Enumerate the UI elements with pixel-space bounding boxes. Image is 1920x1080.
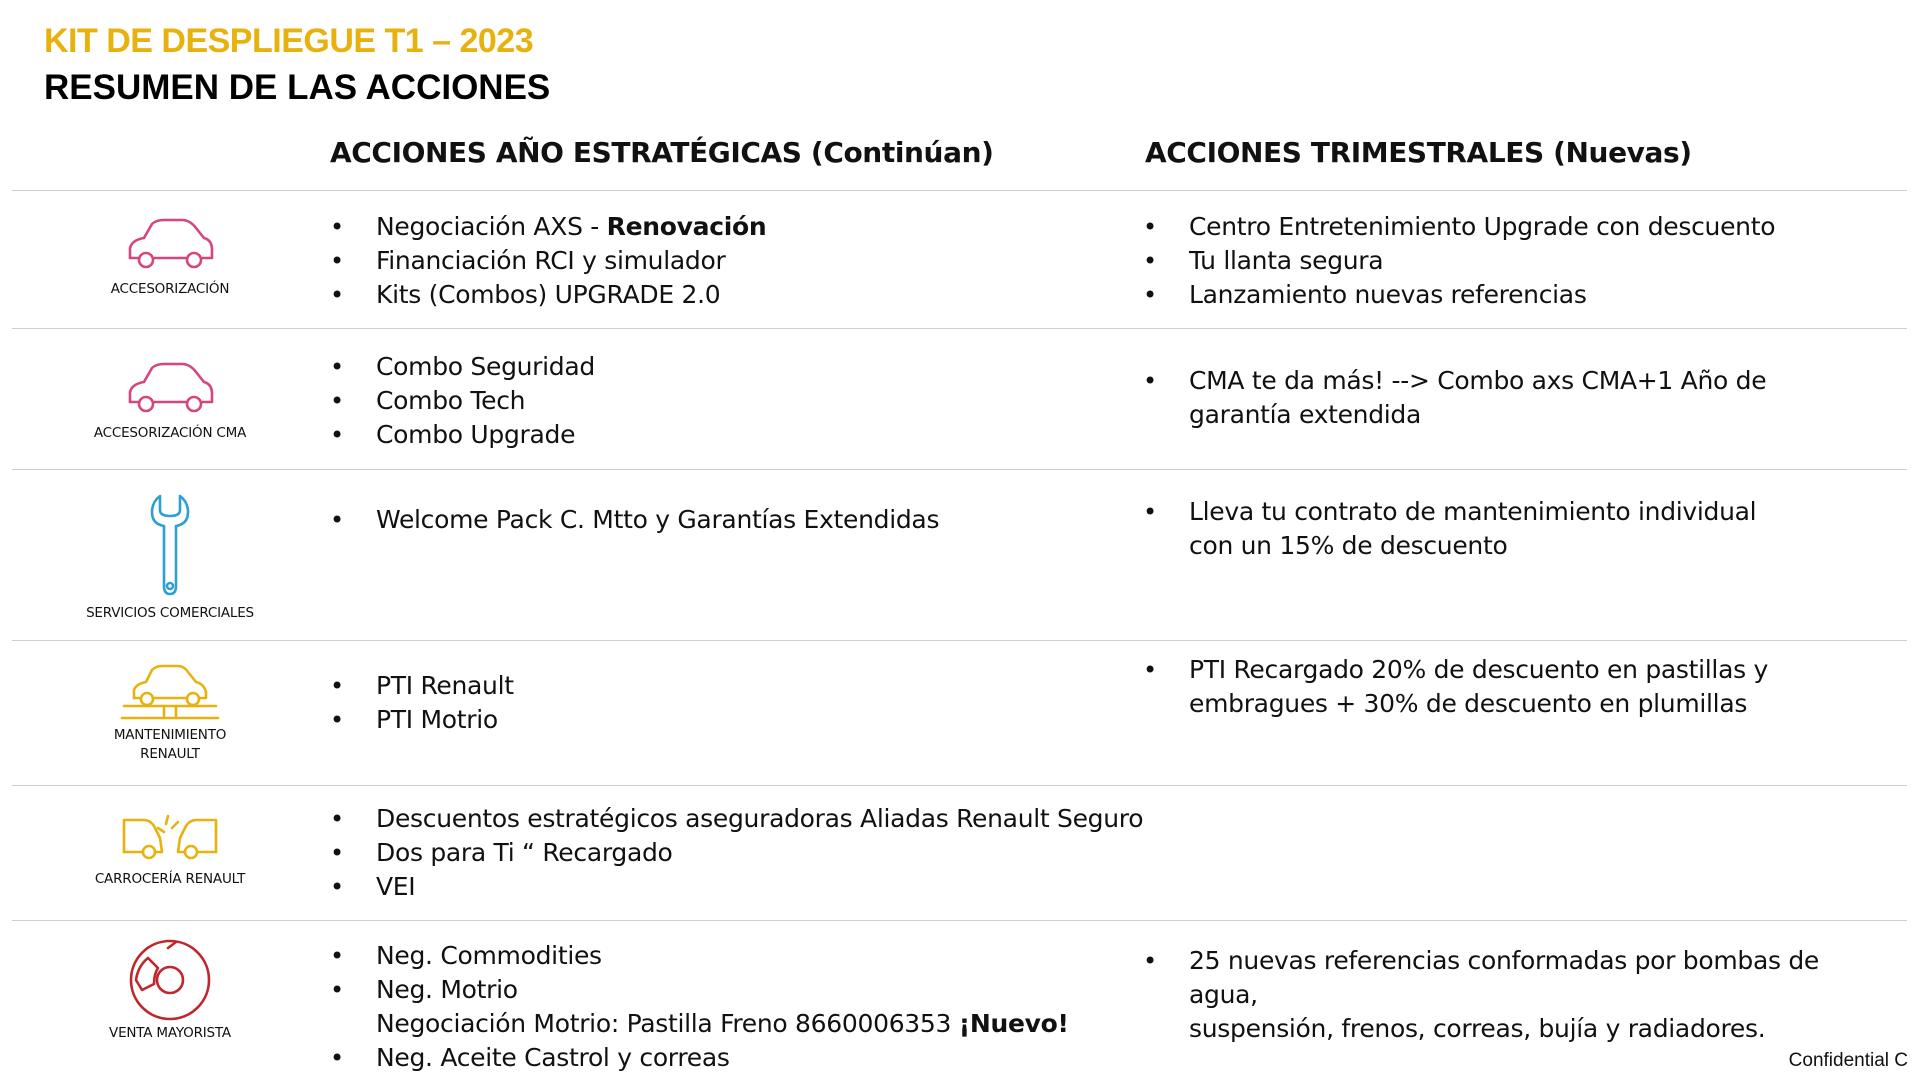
list-item: Kits (Combos) UPGRADE 2.0 — [330, 278, 766, 312]
list-item: Combo Tech — [330, 384, 595, 418]
list-item: Welcome Pack C. Mtto y Garantías Extendi… — [330, 503, 939, 537]
quarterly-list: Centro Entretenimiento Upgrade con descu… — [1143, 210, 1863, 312]
column-header-strategic: ACCIONES AÑO ESTRATÉGICAS (Continúan) — [330, 136, 994, 169]
list-item: Combo Seguridad — [330, 350, 595, 384]
row-label: VENTA MAYORISTA — [109, 1025, 231, 1041]
deck-kicker: KIT DE DESPLIEGUE T1 – 2023 — [44, 22, 534, 60]
row-label: CARROCERÍA RENAULT — [94, 871, 246, 887]
list-item: PTI Motrio — [330, 703, 514, 737]
list-item: Lanzamiento nuevas referencias — [1143, 278, 1863, 312]
list-item-continuation: Negociación Motrio: Pastilla Freno 86600… — [376, 1009, 1069, 1038]
list-item: PTI Recargado 20% de descuento en pastil… — [1143, 653, 1863, 687]
row-label: ACCESORIZACIÓN CMA — [93, 425, 247, 441]
list-item-continuation: garantía extendida — [1189, 400, 1422, 429]
row-icon-carroceria: CARROCERÍA RENAULT — [60, 812, 280, 889]
list-item: Negociación AXS - Renovación — [330, 210, 767, 244]
list-item: Neg. Motrio — [330, 973, 1069, 1007]
car-icon — [128, 362, 214, 413]
quarterly-list: 25 nuevas referencias conformadas por bo… — [1143, 944, 1863, 1046]
car-icon — [128, 218, 214, 269]
list-item: Neg. Commodities — [330, 939, 1069, 973]
list-item: Financiación RCI y simulador — [330, 244, 766, 278]
confidentiality-label: Confidential C — [1788, 1050, 1908, 1071]
strategic-list: Welcome Pack C. Mtto y Garantías Extendi… — [330, 503, 939, 537]
list-item: Descuentos estratégicos aseguradoras Ali… — [330, 802, 1144, 836]
row-label: SERVICIOS COMERCIALES — [86, 605, 254, 621]
quarterly-list: CMA te da más! --> Combo axs CMA+1 Año d… — [1143, 364, 1863, 432]
row-icon-mantenimiento: MANTENIMIENTO RENAULT — [60, 664, 280, 764]
list-item: VEI — [330, 870, 1143, 904]
strategic-list: Neg. Commodities Neg. Motrio Negociación… — [330, 939, 1069, 1075]
divider — [12, 328, 1907, 329]
divider — [12, 190, 1907, 191]
row-label: ACCESORIZACIÓN — [110, 281, 230, 297]
list-item: Neg. Aceite Castrol y correas — [330, 1041, 1069, 1075]
list-item: PTI Renault — [330, 669, 514, 703]
strategic-list: Combo Seguridad Combo Tech Combo Upgrade — [330, 350, 595, 452]
column-header-quarterly: ACCIONES TRIMESTRALES (Nuevas) — [1145, 136, 1692, 169]
list-item-continuation: suspensión, frenos, correas, bujía y rad… — [1189, 1014, 1766, 1043]
strategic-list: Descuentos estratégicos aseguradoras Ali… — [330, 802, 1144, 904]
list-item: 25 nuevas referencias conformadas por bo… — [1143, 944, 1863, 1012]
list-item: Tu llanta segura — [1143, 244, 1863, 278]
row-label: MANTENIMIENTO RENAULT — [113, 727, 227, 762]
divider — [12, 469, 1907, 470]
list-item: Lleva tu contrato de mantenimiento indiv… — [1143, 495, 1863, 529]
brake-disc-icon — [129, 939, 211, 1021]
list-item-continuation: con un 15% de descuento — [1189, 531, 1508, 560]
divider — [12, 920, 1907, 921]
quarterly-list: Lleva tu contrato de mantenimiento indiv… — [1143, 495, 1863, 563]
row-icon-accesorizacion: ACCESORIZACIÓN — [60, 218, 280, 299]
strategic-list: PTI Renault PTI Motrio — [330, 669, 514, 737]
list-item: Dos para Ti “ Recargado — [330, 836, 1143, 870]
divider — [12, 640, 1907, 641]
list-item: Combo Upgrade — [330, 418, 595, 452]
wrench-icon — [150, 494, 190, 596]
divider — [12, 785, 1907, 786]
row-icon-accesorizacion-cma: ACCESORIZACIÓN CMA — [60, 362, 280, 443]
strategic-list: Negociación AXS - Renovación Financiació… — [330, 210, 767, 312]
car-lift-icon — [120, 664, 220, 720]
car-crash-icon — [122, 814, 218, 860]
page-title: RESUMEN DE LAS ACCIONES — [44, 68, 551, 107]
row-icon-venta-mayorista: VENTA MAYORISTA — [60, 938, 280, 1043]
quarterly-list: PTI Recargado 20% de descuento en pastil… — [1143, 653, 1863, 721]
list-item: CMA te da más! --> Combo axs CMA+1 Año d… — [1143, 364, 1863, 398]
list-item: Centro Entretenimiento Upgrade con descu… — [1143, 210, 1863, 244]
row-icon-servicios-comerciales: SERVICIOS COMERCIALES — [60, 494, 280, 623]
list-item-continuation: embragues + 30% de descuento en plumilla… — [1189, 689, 1748, 718]
